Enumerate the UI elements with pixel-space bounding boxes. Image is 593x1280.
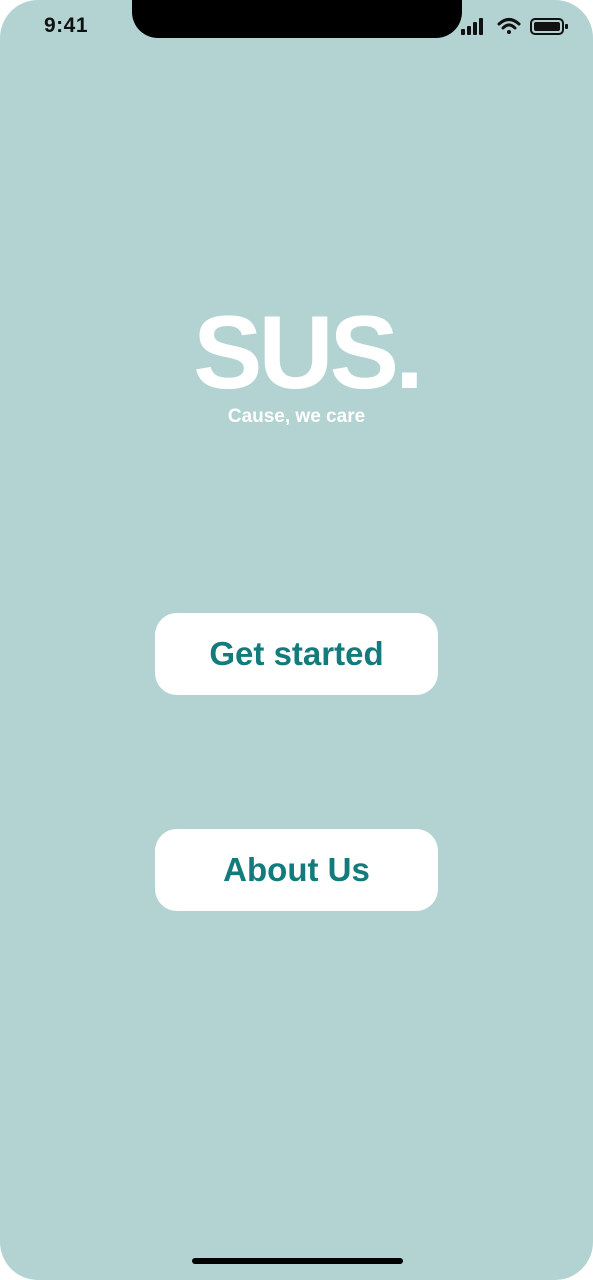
brand-tagline: Cause, we care: [227, 406, 366, 427]
wifi-icon: [497, 18, 521, 34]
status-time: 9:41: [44, 14, 89, 37]
brand-block: SUS. Cause, we care: [0, 298, 593, 428]
notch: [132, 0, 462, 38]
phone-screen: 9:41 SUS. Cause, we care Get started Abo…: [0, 0, 593, 1280]
battery-icon: [530, 18, 568, 35]
signal-icon: [461, 18, 483, 35]
about-us-button[interactable]: About Us: [155, 829, 438, 911]
status-icons: [461, 18, 568, 35]
get-started-button[interactable]: Get started: [155, 613, 438, 695]
home-indicator[interactable]: [192, 1258, 403, 1264]
brand-logo-title: SUS.: [193, 295, 424, 411]
